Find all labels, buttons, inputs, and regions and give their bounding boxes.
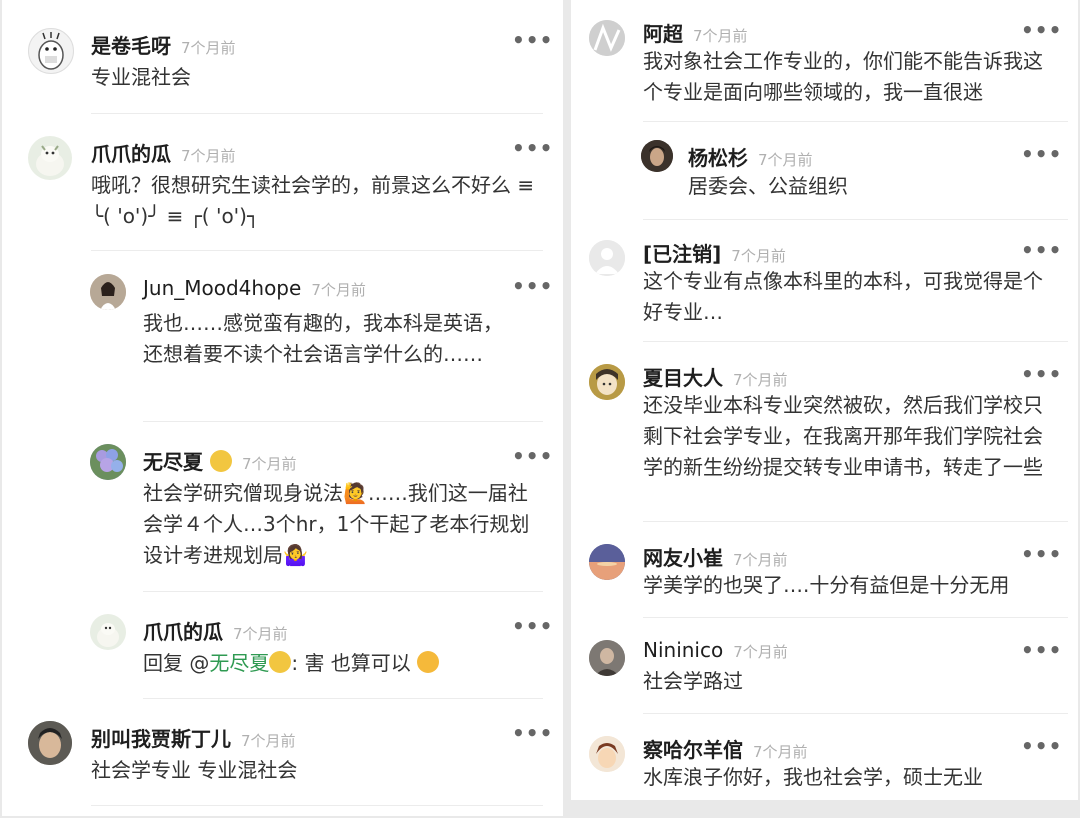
more-options-icon[interactable]: •••	[1021, 638, 1062, 662]
more-options-icon[interactable]: •••	[1021, 238, 1062, 262]
comment-text: 哦吼？很想研究生读社会学的，前景这么不好么 ≡ ╰( 'o')╯ ≡ ┌( 'o…	[91, 173, 535, 228]
comment-username[interactable]: 察哈尔羊倌 7个月前	[643, 734, 808, 763]
divider	[143, 421, 543, 422]
cartoon-avatar[interactable]	[589, 736, 625, 772]
comment-time: 7个月前	[733, 643, 788, 661]
comment-time: 7个月前	[693, 27, 748, 45]
more-options-icon[interactable]: •••	[512, 28, 553, 52]
comment-username[interactable]: 爪爪的瓜 7个月前	[143, 616, 288, 645]
comment-time: 7个月前	[731, 247, 786, 265]
thinking-emoji-icon	[209, 450, 232, 472]
comment-text: 回复 @无尽夏: 害 也算可以	[143, 648, 533, 679]
comment-text: 我也……感觉蛮有趣的，我本科是英语，还想着要不读个社会语言学什么的……	[143, 311, 503, 366]
more-options-icon[interactable]: •••	[1021, 362, 1062, 386]
comment-text: 水库浪子你好，我也社会学，硕士无业	[643, 765, 983, 789]
comment-username[interactable]: Nininico 7个月前	[643, 638, 788, 662]
comment-time: 7个月前	[181, 147, 236, 165]
laughing-emoji-icon	[417, 651, 440, 673]
comment-text: 我对象社会工作专业的，你们能不能告诉我这个专业是面向哪些领域的，我一直很迷	[643, 49, 1043, 104]
user-avatar[interactable]	[641, 140, 673, 172]
user-avatar[interactable]	[589, 20, 625, 56]
cartoon-avatar[interactable]	[28, 136, 72, 180]
comment-username[interactable]: 阿超 7个月前	[643, 18, 748, 47]
divider	[643, 219, 1068, 220]
user-avatar[interactable]	[589, 640, 625, 676]
comment-time: 7个月前	[233, 625, 288, 643]
comment-text: 社会学研究僧现身说法🙋……我们这一届社会学４个人…3个hr，1个干起了老本行规划…	[143, 481, 530, 567]
comment-time: 7个月前	[241, 455, 297, 473]
mention-link[interactable]: 无尽夏	[209, 651, 269, 675]
more-options-icon[interactable]: •••	[512, 614, 553, 638]
left-comment-column: 是卷毛呀 7个月前 ••• 专业混社会 爪爪的瓜 7个月前 ••• 哦吼？很想研究生…	[2, 0, 563, 816]
default-avatar-icon[interactable]	[589, 240, 625, 276]
more-options-icon[interactable]: •••	[1021, 142, 1062, 166]
divider	[643, 713, 1068, 714]
more-options-icon[interactable]: •••	[1021, 18, 1062, 42]
comment-text: 专业混社会	[91, 65, 191, 89]
comment-time: 7个月前	[753, 743, 808, 761]
comment-time: 7个月前	[241, 732, 296, 750]
divider	[643, 521, 1068, 522]
right-comment-column: 阿超 7个月前 ••• 我对象社会工作专业的，你们能不能告诉我这个专业是面向哪些领…	[571, 0, 1078, 800]
comment-username[interactable]: 是卷毛呀 7个月前	[91, 30, 236, 59]
comment-username[interactable]: Jun_Mood4hope 7个月前	[143, 276, 366, 300]
cartoon-avatar[interactable]	[90, 614, 126, 650]
comment-text: 学美学的也哭了….十分有益但是十分无用	[643, 573, 1010, 597]
thinking-emoji-icon	[269, 651, 292, 673]
user-avatar[interactable]	[28, 721, 72, 765]
comment-text: 还没毕业本科专业突然被砍，然后我们学校只剩下社会学专业，在我离开那年我们学院社会…	[643, 393, 1043, 479]
hydrangea-avatar[interactable]	[90, 444, 126, 480]
more-options-icon[interactable]: •••	[512, 136, 553, 160]
comment-username[interactable]: 爪爪的瓜 7个月前	[91, 138, 236, 167]
more-options-icon[interactable]: •••	[512, 721, 553, 745]
comment-username[interactable]: 网友小崔 7个月前	[643, 542, 788, 571]
divider	[643, 617, 1068, 618]
divider	[143, 591, 543, 592]
comment-username[interactable]: 夏目大人 7个月前	[643, 362, 788, 391]
comment-username[interactable]: 杨松杉 7个月前	[688, 142, 813, 171]
user-avatar[interactable]	[90, 274, 126, 310]
comment-text: 社会学专业 专业混社会	[91, 758, 298, 782]
sunset-avatar[interactable]	[589, 544, 625, 580]
comment-username[interactable]: 无尽夏 7个月前	[143, 446, 297, 475]
comment-time: 7个月前	[311, 281, 366, 299]
divider	[643, 121, 1068, 122]
divider	[643, 341, 1068, 342]
comment-text: 社会学路过	[643, 669, 743, 693]
comment-time: 7个月前	[181, 39, 236, 57]
penguin-avatar[interactable]	[28, 28, 74, 74]
more-options-icon[interactable]: •••	[512, 444, 553, 468]
comment-username[interactable]: 别叫我贾斯丁儿 7个月前	[91, 723, 296, 752]
comment-username[interactable]: [已注销] 7个月前	[643, 238, 786, 267]
comment-text: 居委会、公益组织	[688, 174, 848, 198]
comment-text: 这个专业有点像本科里的本科，可我觉得是个好专业…	[643, 269, 1043, 324]
more-options-icon[interactable]: •••	[512, 274, 553, 298]
more-options-icon[interactable]: •••	[1021, 542, 1062, 566]
comment-time: 7个月前	[733, 371, 788, 389]
more-options-icon[interactable]: •••	[1021, 734, 1062, 758]
divider	[91, 805, 543, 806]
divider	[91, 250, 543, 251]
divider	[91, 113, 543, 114]
divider	[143, 698, 543, 699]
comment-time: 7个月前	[758, 151, 813, 169]
cartoon-avatar[interactable]	[589, 364, 625, 400]
comment-time: 7个月前	[733, 551, 788, 569]
